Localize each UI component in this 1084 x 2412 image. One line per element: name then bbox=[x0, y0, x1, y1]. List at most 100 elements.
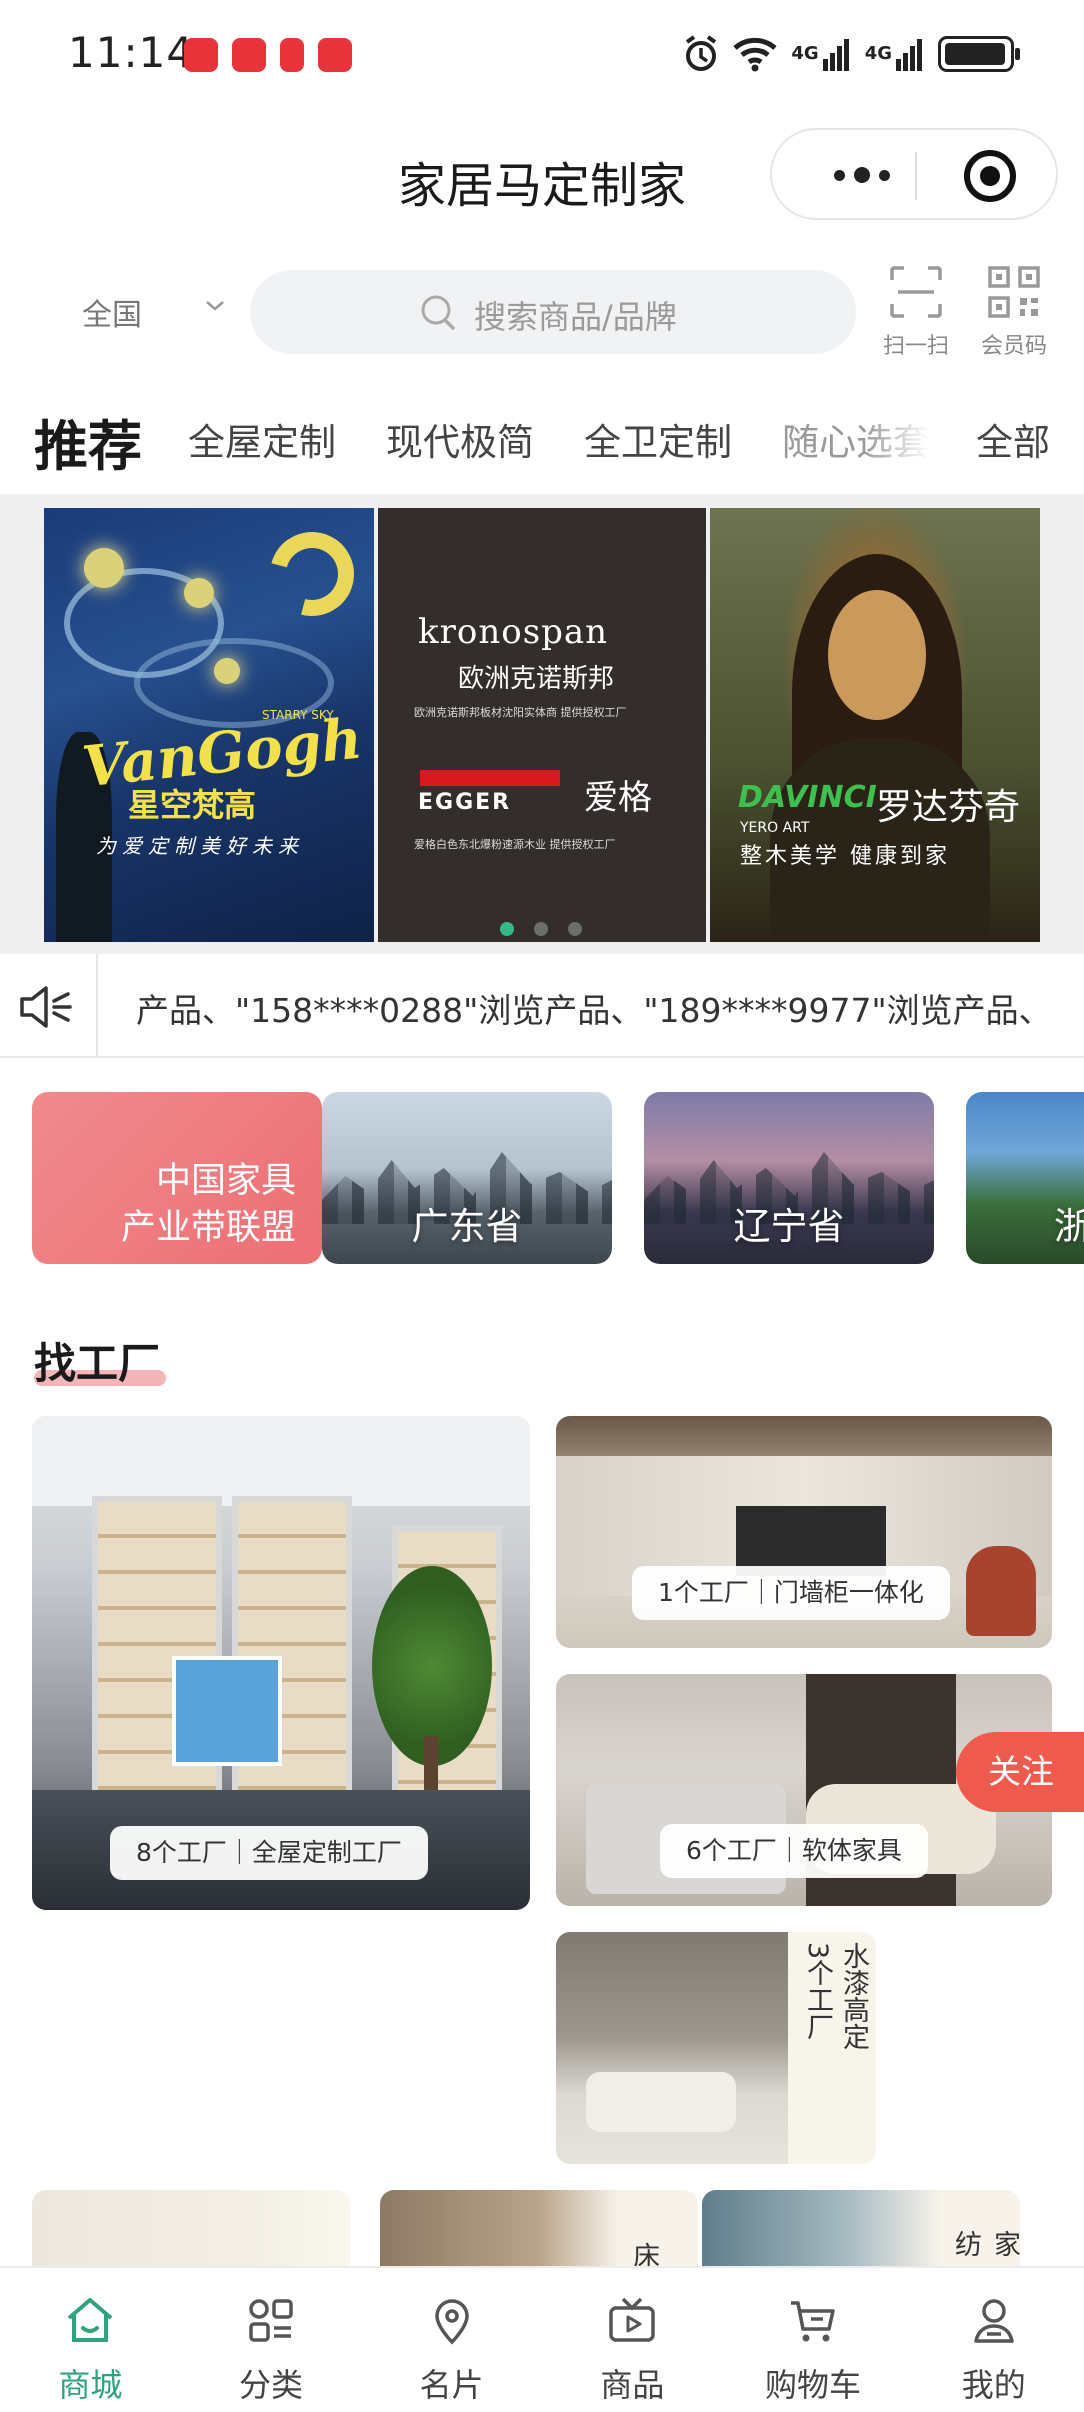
tab-all[interactable]: 全部 bbox=[964, 412, 1050, 466]
notice-bar: 产品、"158****0288"浏览产品、"189****9977"浏览产品、 bbox=[0, 954, 1084, 1058]
banner-slide-vangogh[interactable]: STARRY SKY VanGogh 星空梵高 为爱定制美好未来 bbox=[44, 508, 374, 942]
search-icon bbox=[421, 295, 455, 330]
wifi-icon bbox=[733, 37, 778, 72]
kronospan-logo: kronospan bbox=[418, 612, 609, 652]
tab-free-sets[interactable]: 随心选套 bbox=[782, 412, 930, 466]
huawei-notification-icon bbox=[184, 38, 218, 72]
region-card-liaoning[interactable]: 辽宁省 bbox=[644, 1092, 934, 1264]
chevron-down-icon[interactable] bbox=[204, 294, 226, 316]
app-notification-icon bbox=[318, 38, 352, 72]
close-button[interactable] bbox=[964, 150, 1016, 202]
system-status: 4G 4G bbox=[683, 32, 1020, 76]
moon-shape bbox=[254, 516, 370, 632]
carousel-dot bbox=[534, 922, 548, 936]
region-label: 广东省 bbox=[411, 1205, 523, 1248]
banner-vangogh-cn: 星空梵高 bbox=[128, 786, 257, 824]
davinci-logo: DAVINCI bbox=[738, 780, 877, 815]
home-icon bbox=[68, 2298, 113, 2342]
scan-icon bbox=[890, 266, 942, 318]
factory-pill: 8个工厂｜全屋定制工厂 bbox=[110, 1826, 428, 1880]
region-cards: 中国家具 产业带联盟 广东省 辽宁省 浙 bbox=[0, 1092, 1084, 1266]
factory-card-door-wall-cabinet[interactable]: 1个工厂｜门墙柜一体化 bbox=[556, 1416, 1052, 1648]
category-tabs: 推荐 全屋定制 现代极简 全卫定制 随心选套 全部 bbox=[0, 392, 1084, 484]
bottom-tab-bar: 商城 分类 名片 商品 购物车 我的 bbox=[0, 2266, 1084, 2412]
scan-button[interactable]: 扫一扫 bbox=[876, 264, 956, 360]
huawei-notification-icon bbox=[232, 38, 266, 72]
region-card-guangdong[interactable]: 广东省 bbox=[322, 1092, 612, 1264]
davinci-cn: 罗达芬奇 bbox=[876, 787, 1021, 828]
battery-icon bbox=[938, 36, 1020, 72]
egger-desc: 爱格白色东北爆粉速源木业 提供授权工厂 bbox=[414, 838, 616, 851]
scan-label: 扫一扫 bbox=[882, 334, 949, 359]
tabbar-label: 商城 bbox=[58, 2366, 123, 2404]
miniprogram-capsule bbox=[770, 128, 1058, 220]
user-icon bbox=[973, 2299, 1014, 2343]
video-icon bbox=[609, 2297, 656, 2342]
kronospan-desc: 欧洲克诺斯邦板材沈阳实体商 提供授权工厂 bbox=[414, 706, 627, 719]
davinci-tagline: 整木美学 健康到家 bbox=[740, 844, 950, 869]
title-bar: 家居马定制家 bbox=[0, 120, 1084, 230]
tabbar-label: 商品 bbox=[600, 2366, 665, 2404]
tabbar-item-card[interactable]: 名片 bbox=[361, 2268, 542, 2412]
notification-icons bbox=[184, 38, 352, 72]
search-input[interactable]: 搜索商品/品牌 bbox=[250, 270, 856, 354]
region-card-zhejiang[interactable]: 浙 bbox=[966, 1092, 1084, 1264]
notice-text: 产品、"158****0288"浏览产品、"189****9977"浏览产品、 bbox=[136, 991, 1052, 1030]
factory-pill: 1个工厂｜门墙柜一体化 bbox=[632, 1566, 950, 1620]
category-icon bbox=[249, 2299, 293, 2342]
region-selector[interactable]: 全国 bbox=[82, 290, 142, 334]
banner-vangogh-tagline: 为爱定制美好未来 bbox=[96, 834, 304, 858]
red-packet-icon bbox=[280, 38, 304, 72]
tab-bathroom[interactable]: 全卫定制 bbox=[584, 412, 732, 466]
egger-cn: 爱格 bbox=[584, 778, 652, 818]
follow-button[interactable]: 关注 bbox=[956, 1732, 1084, 1812]
alliance-line1: 中国家具 bbox=[155, 1161, 296, 1201]
banner-carousel[interactable]: STARRY SKY VanGogh 星空梵高 为爱定制美好未来 kronosp… bbox=[0, 494, 1084, 954]
carousel-indicator bbox=[500, 922, 582, 936]
tabbar-item-category[interactable]: 分类 bbox=[181, 2268, 362, 2412]
tab-modern-minimal[interactable]: 现代极简 bbox=[386, 412, 534, 466]
speaker-icon bbox=[20, 986, 72, 1028]
signal-icon: 4G bbox=[865, 32, 924, 76]
tabbar-label: 分类 bbox=[239, 2366, 304, 2404]
status-time: 11:14 bbox=[68, 28, 195, 77]
status-bar: 11:14 4G 4G bbox=[0, 0, 1084, 110]
tabbar-label: 购物车 bbox=[765, 2366, 862, 2404]
tabbar-item-mine[interactable]: 我的 bbox=[903, 2268, 1084, 2412]
factory-card-water-paint[interactable]: 3个工厂 水漆高定 bbox=[556, 1932, 876, 2164]
factory-pill: 6个工厂｜软体家具 bbox=[660, 1824, 928, 1878]
egger-logo: EGGER bbox=[418, 790, 512, 815]
cart-icon bbox=[791, 2301, 835, 2342]
signal-icon: 4G bbox=[791, 32, 850, 76]
factory-vertical-title: 水漆高定 bbox=[838, 1942, 869, 2050]
more-button[interactable] bbox=[812, 160, 912, 190]
section-title: 找工厂 bbox=[34, 1339, 161, 1388]
tabbar-item-mall[interactable]: 商城 bbox=[0, 2268, 181, 2412]
factory-vertical-count: 3个工厂 bbox=[802, 1942, 833, 2041]
carousel-dot bbox=[568, 922, 582, 936]
location-icon bbox=[434, 2299, 469, 2345]
factory-card-whole-house[interactable]: 8个工厂｜全屋定制工厂 bbox=[32, 1416, 530, 1910]
alarm-icon bbox=[686, 35, 717, 71]
tabbar-item-goods[interactable]: 商品 bbox=[542, 2268, 723, 2412]
davinci-sub: YERO ART bbox=[740, 820, 810, 836]
alliance-line2: 产业带联盟 bbox=[120, 1208, 296, 1248]
banner-slide-davinci[interactable]: DAVINCI 罗达芬奇 YERO ART 整木美学 健康到家 bbox=[710, 508, 1040, 942]
capsule-divider bbox=[915, 152, 917, 200]
kronospan-cn: 欧洲克诺斯邦 bbox=[458, 664, 615, 694]
tabbar-label: 我的 bbox=[961, 2366, 1026, 2404]
search-placeholder: 搜索商品/品牌 bbox=[474, 298, 677, 336]
tabbar-item-cart[interactable]: 购物车 bbox=[723, 2268, 904, 2412]
tabbar-label: 名片 bbox=[419, 2366, 484, 2404]
member-code-label: 会员码 bbox=[980, 334, 1047, 359]
banner-slide-kronospan-egger[interactable]: kronospan 欧洲克诺斯邦 欧洲克诺斯邦板材沈阳实体商 提供授权工厂 EG… bbox=[378, 508, 706, 942]
tab-recommend[interactable]: 推荐 bbox=[34, 402, 142, 481]
qr-code-icon bbox=[988, 266, 1040, 318]
member-code-button[interactable]: 会员码 bbox=[974, 264, 1054, 360]
region-label: 辽宁省 bbox=[733, 1205, 845, 1248]
region-card-alliance[interactable]: 中国家具 产业带联盟 bbox=[32, 1092, 322, 1264]
tab-whole-house[interactable]: 全屋定制 bbox=[188, 412, 336, 466]
search-row: 全国 搜索商品/品牌 扫一扫 会员码 bbox=[0, 260, 1084, 360]
carousel-dot-active bbox=[500, 922, 514, 936]
region-label: 浙 bbox=[1054, 1205, 1084, 1248]
